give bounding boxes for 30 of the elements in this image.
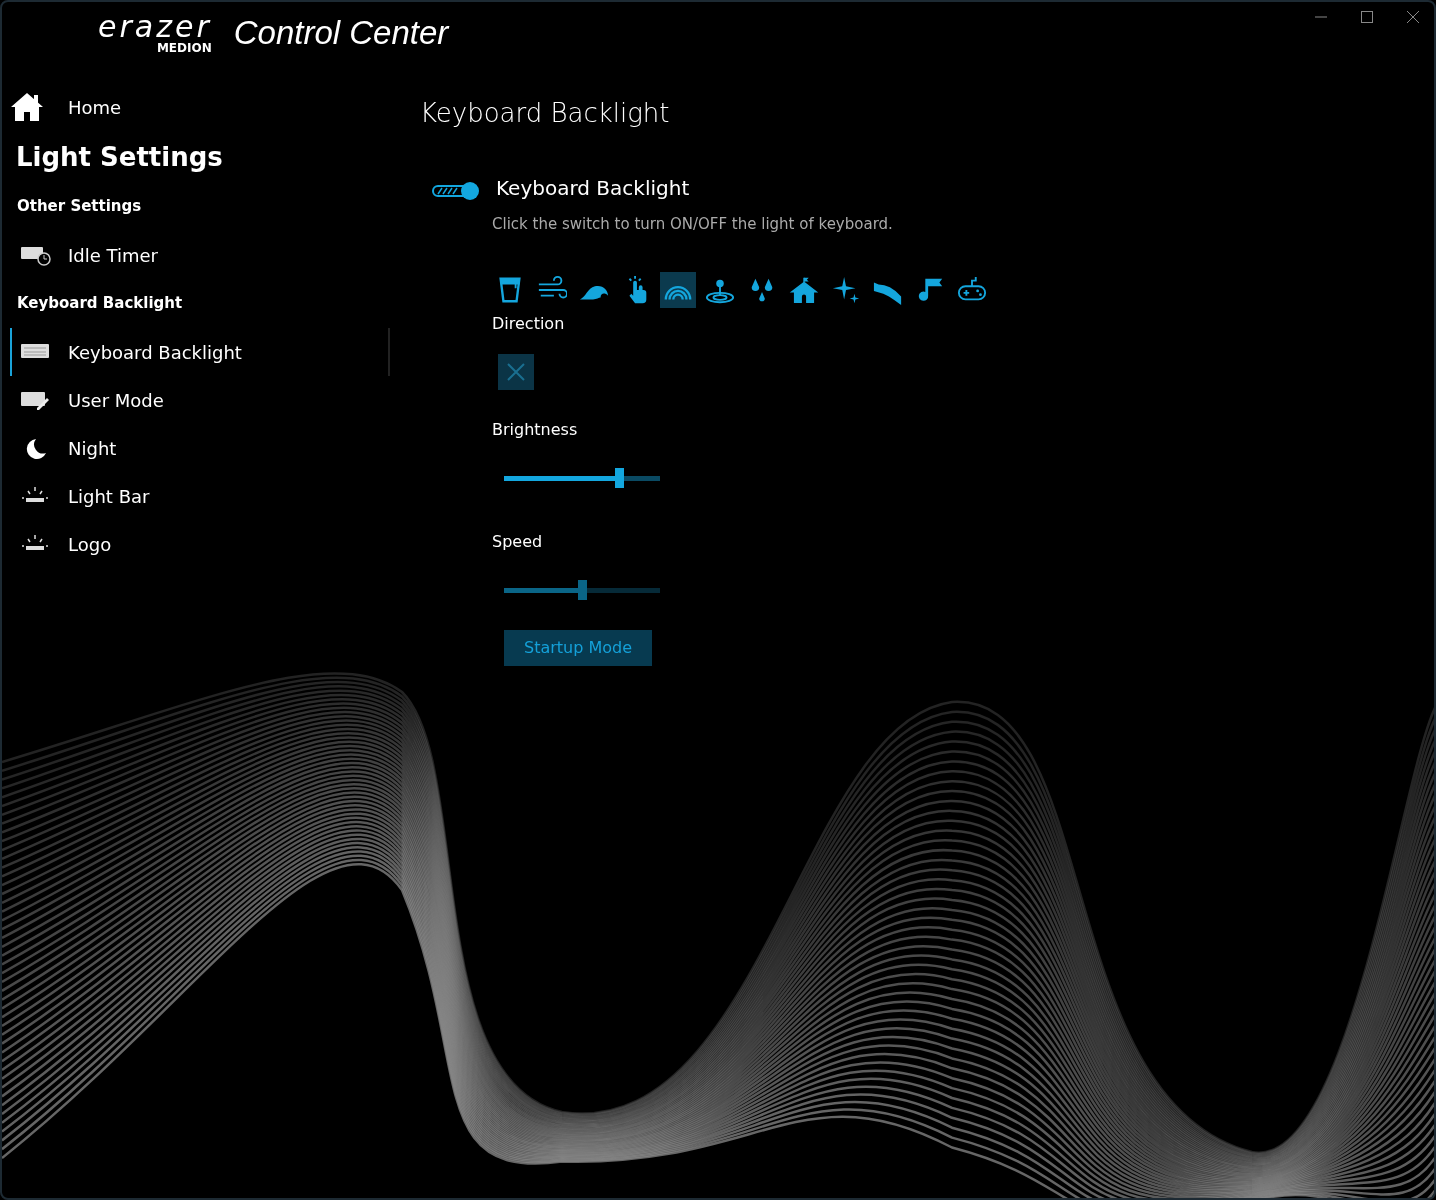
field-label: Brightness (492, 418, 579, 441)
page-title: Keyboard Backlight (420, 97, 671, 130)
sidebar-item[interactable]: Logo (10, 520, 390, 568)
slider[interactable] (504, 467, 660, 490)
home-icon (10, 92, 44, 122)
slider-thumb[interactable] (615, 467, 625, 488)
brand-wordmark: MEDION (156, 42, 212, 54)
toggle-label: Keyboard Backlight (496, 175, 690, 202)
hint-text: Click the switch to turn ON/OFF the light of keyboard. (492, 214, 894, 235)
sidebar-item[interactable]: Night (10, 424, 390, 472)
startup-mode-button[interactable]: Startup Mode (504, 630, 653, 666)
sidebar-item[interactable]: Keyboard Backlight (10, 328, 390, 376)
section-title: Other Settings (17, 196, 143, 217)
sidebar-item[interactable]: Idle Timer (10, 231, 390, 280)
direction-button[interactable] (498, 353, 534, 390)
cross-icon (506, 361, 526, 382)
keyboard-pen-icon (20, 389, 52, 411)
field-label: Direction (492, 312, 566, 335)
app-title: Control Center (233, 13, 449, 54)
rainbow-icon[interactable] (660, 271, 696, 308)
sidebar-item[interactable]: User Mode (10, 376, 390, 424)
field-label: Speed (492, 530, 544, 553)
keyboard-clock-icon (20, 244, 52, 267)
logo-wordmark: erazer (98, 12, 212, 42)
maximize-icon[interactable] (1360, 10, 1374, 24)
close-icon[interactable] (1406, 10, 1420, 24)
section-heading: Light Settings (16, 141, 224, 174)
section-title: Keyboard Backlight (17, 292, 184, 314)
home-link[interactable]: Home (10, 92, 402, 122)
sidebar-item[interactable]: Light Bar (10, 472, 390, 520)
